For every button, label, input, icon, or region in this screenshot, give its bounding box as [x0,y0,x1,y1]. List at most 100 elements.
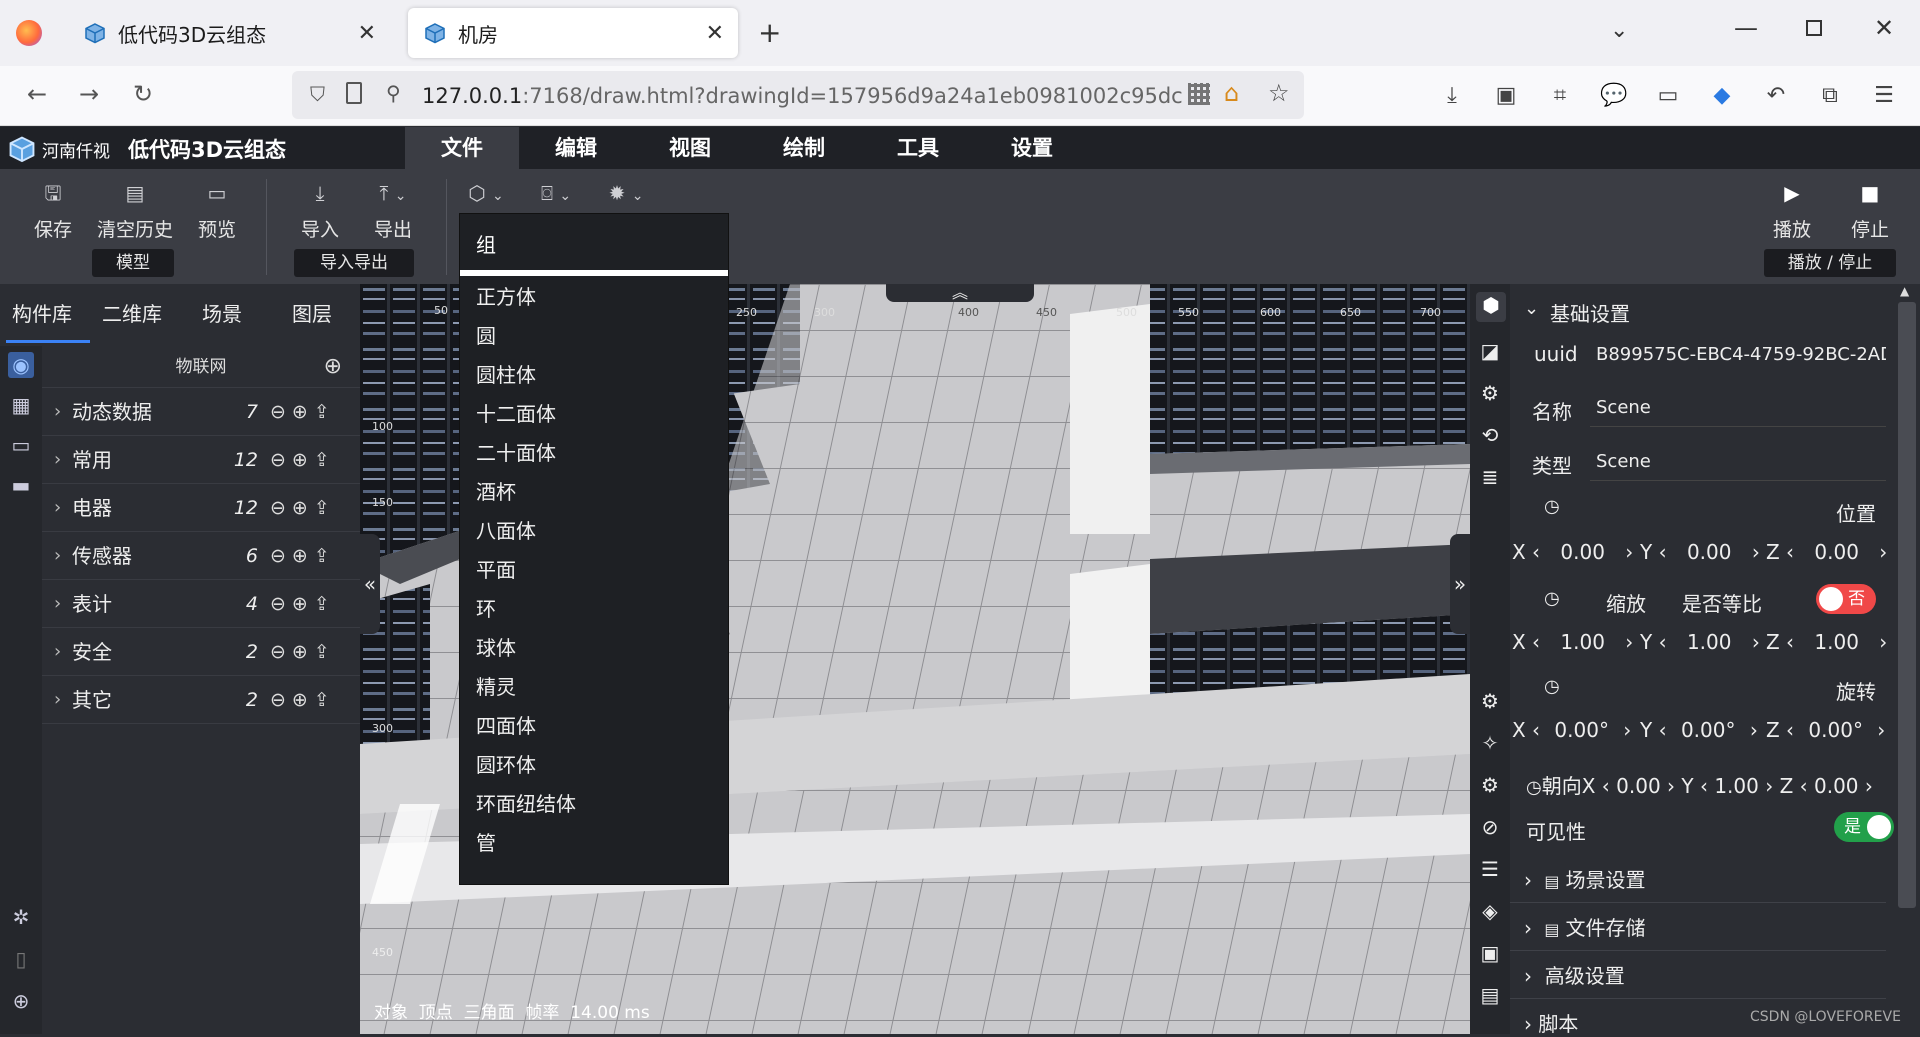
collapse-toolbar-button[interactable]: ︽ [886,284,1034,302]
script-icon[interactable]: ≣ [1477,464,1503,490]
menu-tools[interactable]: 工具 [861,127,975,169]
dropdown-item[interactable]: 圆 [460,317,728,356]
position-z[interactable]: Z ‹ 0.00 › [1766,540,1887,564]
screen-icon[interactable]: ▭ [1654,82,1682,110]
dropdown-item[interactable]: 正方体 [460,278,728,317]
tab-lowcode[interactable]: 低代码3D云组态 ✕ [68,8,390,58]
restore-icon[interactable] [1806,20,1822,36]
library-row[interactable]: › 表计 4 ⊖⊕⇪ [42,580,360,628]
dropdown-item[interactable]: 八面体 [460,512,728,551]
add-library-icon[interactable]: ⊕ [324,346,342,388]
scale-x[interactable]: X ‹ 1.00 › [1512,630,1633,654]
section-script[interactable]: › 脚本 [1524,1008,1578,1037]
camera-button[interactable]: ⌼ ⌄ [528,179,584,207]
light-button[interactable]: ✹ ⌄ [598,179,654,207]
section-advanced[interactable]: › 高级设置 [1524,960,1625,989]
section-file-storage[interactable]: › ▤ 文件存储 [1524,912,1645,941]
dropdown-item[interactable]: 环面纽结体 [460,785,728,824]
export-button[interactable]: ⤒ ⌄ 导出 [352,179,434,242]
object-icon[interactable]: ⬢ [1476,292,1506,322]
tab-components[interactable]: 构件库 [12,298,72,327]
close-window-icon[interactable]: ✕ [1874,14,1894,42]
row-actions-icons[interactable]: ⊖⊕⇪ [270,580,336,628]
minimize-icon[interactable]: — [1734,14,1758,42]
bookmark-star-icon[interactable]: ☆ [1268,79,1290,107]
scale-y[interactable]: Y ‹ 1.00 › [1640,630,1760,654]
row-actions-icons[interactable]: ⊖⊕⇪ [270,676,336,724]
folder-icon[interactable]: ▬ [8,472,34,498]
dropdown-item[interactable]: 平面 [460,551,728,590]
animation-icon[interactable]: ⟲ [1477,422,1503,448]
preview-box-icon[interactable]: ▤ [1477,982,1503,1008]
dropdown-item[interactable]: 球体 [460,629,728,668]
properties-scrollbar[interactable]: ▲ [1896,284,1920,1034]
reload-icon[interactable]: ↻ [126,80,160,108]
visible-toggle[interactable]: 是 [1834,812,1894,842]
position-x[interactable]: X ‹ 0.00 › [1512,540,1633,564]
save-button[interactable]: 🖫 保存 [30,179,76,242]
clear-history-button[interactable]: ▤ 清空历史 [94,179,176,242]
dropdown-item[interactable]: 四面体 [460,707,728,746]
shield-icon[interactable]: ⛉ [310,82,325,106]
stop-button[interactable]: ■ 停止 [1848,179,1892,242]
extension-color-icon[interactable]: ◆ [1708,82,1736,110]
iot-icon[interactable]: ◉ [8,352,34,378]
rotation-y[interactable]: Y ‹ 0.00° › [1640,718,1758,742]
forward-icon[interactable]: → [72,80,106,108]
name-input[interactable]: Scene [1596,397,1651,418]
tab-2d-library[interactable]: 二维库 [102,298,162,327]
new-tab-icon[interactable]: + [758,16,781,49]
box-icon[interactable]: ▣ [1477,940,1503,966]
rotation-z[interactable]: Z ‹ 0.00° › [1766,718,1885,742]
download-icon[interactable]: ⤓ [1438,82,1466,110]
back-icon[interactable]: ← [20,80,54,108]
compass-icon[interactable]: ⊘ [1477,814,1503,840]
uniform-scale-toggle[interactable]: 否 [1816,584,1876,614]
add-circle-icon[interactable]: ⊕ [8,988,34,1014]
puzzle-icon[interactable]: ✲ [8,904,34,930]
library-row[interactable]: › 动态数据 7 ⊖⊕⇪ [42,388,360,436]
chat-icon[interactable]: 💬 [1600,82,1628,110]
menu-view[interactable]: 视图 [633,127,747,169]
dropdown-item-group[interactable]: 组 [460,214,728,276]
dropdown-item[interactable]: 二十面体 [460,434,728,473]
scrollbar-thumb[interactable] [1898,302,1916,908]
collapse-right-panel-button[interactable]: » [1450,534,1470,634]
geometry-icon[interactable]: ◪ [1477,338,1503,364]
scroll-up-icon[interactable]: ▲ [1900,284,1909,298]
preview-button[interactable]: ▭ 预览 [194,179,240,242]
dropdown-item[interactable]: 环 [460,590,728,629]
close-tab-icon[interactable]: ✕ [358,21,376,46]
monitor-icon[interactable]: ▭ [8,432,34,458]
menu-draw[interactable]: 绘制 [747,127,861,169]
undo-icon[interactable]: ↶ [1762,82,1790,110]
section-scene-settings[interactable]: › ▤ 场景设置 [1524,864,1645,893]
url-bar[interactable]: ⛉ ⚲ 127.0.0.1:7168/draw.html?drawingId=1… [292,71,1304,119]
library-row[interactable]: › 常用 12 ⊖⊕⇪ [42,436,360,484]
dropdown-item[interactable]: 酒杯 [460,473,728,512]
rotation-x[interactable]: X ‹ 0.00° › [1512,718,1631,742]
crop-icon[interactable]: ⌗ [1546,82,1574,110]
library-row[interactable]: › 电器 12 ⊖⊕⇪ [42,484,360,532]
row-actions-icons[interactable]: ⊖⊕⇪ [270,484,336,532]
menu-file[interactable]: 文件 [405,127,519,169]
menu-icon[interactable]: ☰ [1870,82,1898,110]
row-actions-icons[interactable]: ⊖⊕⇪ [270,628,336,676]
list-tabs-icon[interactable]: ⌄ [1610,18,1628,43]
library-row[interactable]: › 其它 2 ⊖⊕⇪ [42,676,360,724]
library-row[interactable]: › 安全 2 ⊖⊕⇪ [42,628,360,676]
firefox-icon[interactable] [16,20,42,46]
gear-alt-icon[interactable]: ⚙ [1477,772,1503,798]
position-y[interactable]: Y ‹ 0.00 › [1640,540,1760,564]
tab-jifang[interactable]: 机房 ✕ [408,8,738,58]
dropdown-item[interactable]: 圆环体 [460,746,728,785]
add-geometry-button[interactable]: ⬡ ⌄ [458,179,514,207]
collapse-left-panel-button[interactable]: « [360,534,380,634]
up-direction-row[interactable]: ◷朝向X ‹ 0.00 › Y ‹ 1.00 › Z ‹ 0.00 › [1526,770,1873,799]
dropdown-item[interactable]: 圆柱体 [460,356,728,395]
building-icon[interactable]: ▦ [8,392,34,418]
extensions-icon[interactable]: ⧉ [1816,82,1844,110]
menu-settings[interactable]: 设置 [975,127,1089,169]
menu-edit[interactable]: 编辑 [519,127,633,169]
scale-z[interactable]: Z ‹ 1.00 › [1766,630,1887,654]
